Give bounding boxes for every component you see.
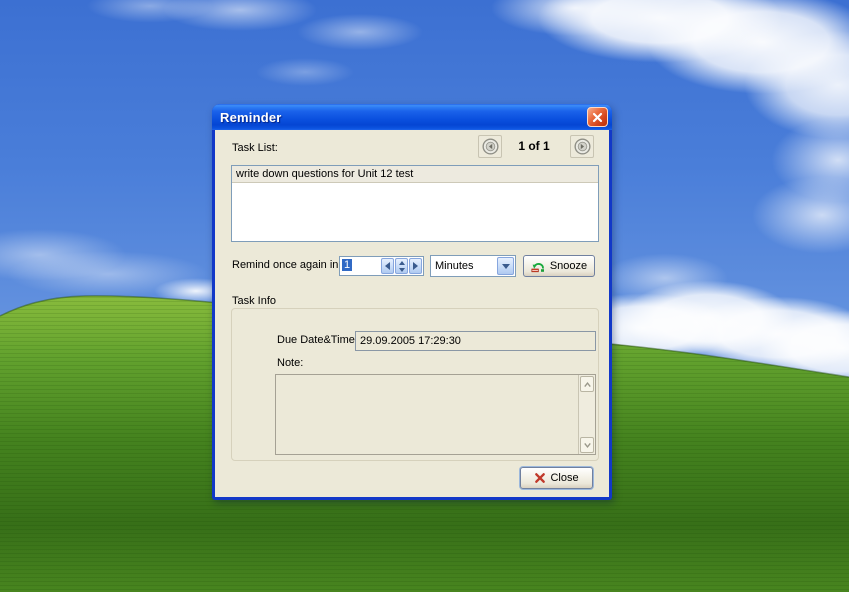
due-date-label: Due Date&Time: <box>277 334 358 346</box>
task-list-box[interactable]: write down questions for Unit 12 test <box>231 165 599 242</box>
next-task-icon <box>573 137 592 156</box>
close-x-icon <box>534 472 546 484</box>
spin-updown-button[interactable] <box>395 258 408 274</box>
note-scroll-up-button[interactable] <box>580 376 594 392</box>
due-date-field: 29.09.2005 17:29:30 <box>355 331 596 351</box>
prev-task-button[interactable] <box>478 135 502 158</box>
note-textarea[interactable] <box>275 374 596 455</box>
snooze-icon <box>531 260 546 273</box>
note-scroll-down-icon <box>582 441 593 450</box>
snooze-button[interactable]: Snooze <box>523 255 595 277</box>
spin-right-button[interactable] <box>409 258 422 274</box>
note-scroll-down-button[interactable] <box>580 437 594 453</box>
window-title: Reminder <box>212 110 282 125</box>
spin-up-icon <box>399 261 405 265</box>
unit-dropdown-value: Minutes <box>431 260 496 272</box>
note-label: Note: <box>277 357 303 369</box>
note-scroll-up-icon <box>582 380 593 389</box>
next-task-button[interactable] <box>570 135 594 158</box>
window-close-icon <box>591 111 604 124</box>
remind-value-spinner[interactable]: 1 <box>339 256 424 276</box>
remind-label: Remind once again in: <box>232 259 341 271</box>
spin-right-icon <box>413 262 418 270</box>
note-scrollbar[interactable] <box>578 375 595 454</box>
dialog-body: Task List: 1 of 1 write down questions f… <box>215 130 609 497</box>
reminder-dialog: Reminder Task List: 1 of 1 <box>212 104 612 500</box>
unit-dropdown-button[interactable] <box>497 257 514 275</box>
prev-task-icon <box>481 137 500 156</box>
task-list-item[interactable]: write down questions for Unit 12 test <box>232 166 598 183</box>
titlebar[interactable]: Reminder <box>212 104 612 130</box>
snooze-button-label: Snooze <box>550 260 587 272</box>
task-info-label: Task Info <box>232 295 279 307</box>
close-button-label: Close <box>550 472 578 484</box>
remind-value-input[interactable]: 1 <box>340 257 381 275</box>
remind-value-text: 1 <box>342 259 352 271</box>
close-button[interactable]: Close <box>520 467 593 489</box>
combo-arrow-icon <box>502 264 510 269</box>
spin-down-icon <box>399 268 405 272</box>
spin-left-button[interactable] <box>381 258 394 274</box>
task-pager: 1 of 1 <box>503 139 565 153</box>
task-list-label: Task List: <box>232 142 278 154</box>
note-text <box>276 375 578 454</box>
unit-dropdown[interactable]: Minutes <box>430 255 516 277</box>
window-close-button[interactable] <box>587 107 608 127</box>
spin-left-icon <box>385 262 390 270</box>
